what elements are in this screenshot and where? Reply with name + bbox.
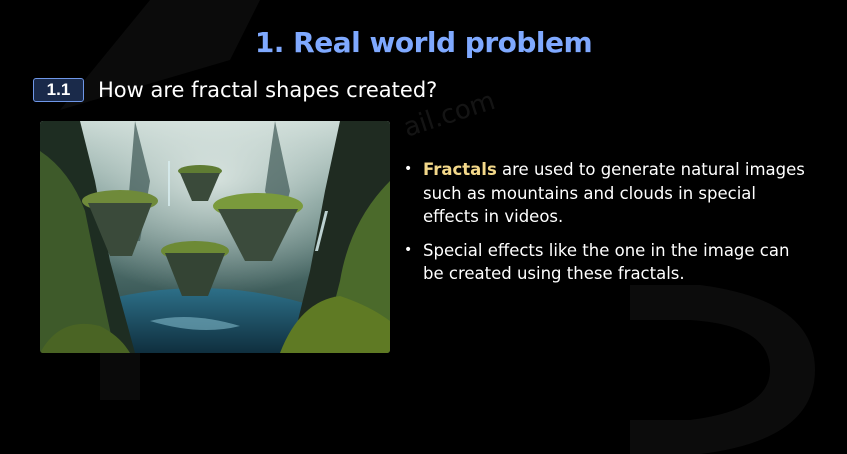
bullet-text: Special effects like the one in the imag…: [423, 240, 790, 284]
bullet-dot-icon: •: [404, 161, 413, 177]
slide: ail.com 1. Real world problem 1.1 How ar…: [0, 0, 847, 454]
fantasy-landscape-image: [40, 121, 390, 353]
floating-islands-illustration: [40, 121, 390, 353]
slide-title: 1. Real world problem: [254, 26, 593, 59]
section-number-badge: 1.1: [33, 78, 84, 102]
bullet-item: • Special effects like the one in the ima…: [402, 239, 812, 286]
bullet-item: • Fractals are used to generate natural i…: [402, 158, 812, 229]
bullet-list: • Fractals are used to generate natural i…: [402, 158, 812, 296]
highlight-term: Fractals: [423, 160, 497, 179]
section-header: 1.1 How are fractal shapes created?: [33, 76, 437, 104]
bullet-dot-icon: •: [404, 241, 413, 258]
section-heading: How are fractal shapes created?: [98, 78, 438, 102]
